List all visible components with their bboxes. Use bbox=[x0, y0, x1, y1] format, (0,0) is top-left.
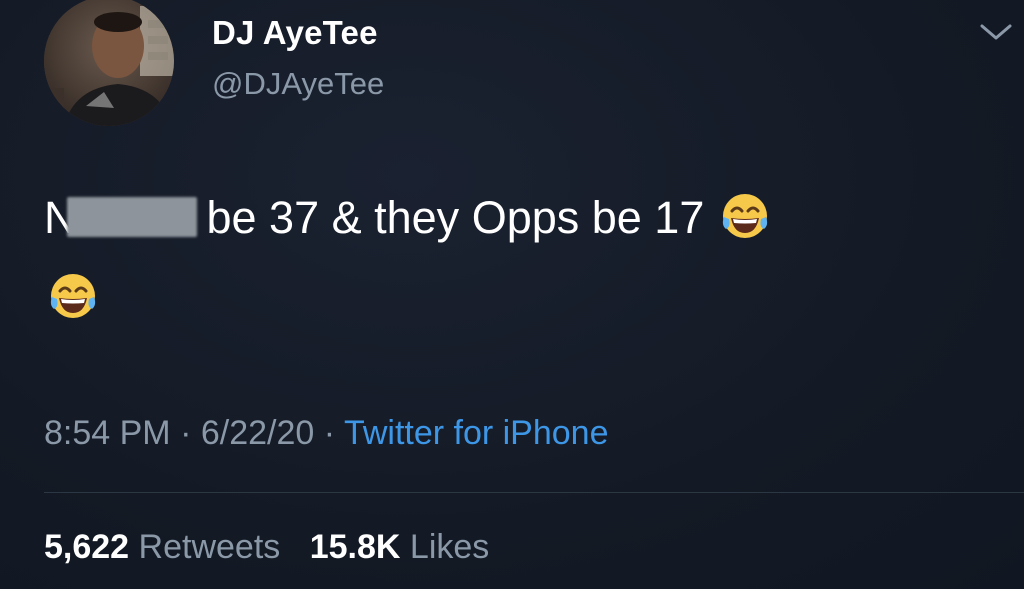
tweet-text-line-1: Nbe 37 & they Opps be 17 bbox=[44, 178, 994, 258]
meta-separator: · bbox=[180, 414, 192, 452]
divider bbox=[44, 492, 1024, 493]
tweet-card: DJ AyeTee @DJAyeTee Nbe 37 & they Opps b… bbox=[0, 0, 1024, 589]
chevron-down-icon[interactable] bbox=[978, 22, 1014, 44]
likes-label: Likes bbox=[409, 528, 490, 566]
tweet-date[interactable]: 6/22/20 bbox=[201, 414, 314, 452]
retweets-label: Retweets bbox=[138, 528, 281, 566]
tweet-stats: 5,622 Retweets 15.8K Likes bbox=[44, 528, 489, 567]
tweet-text-body: be 37 & they Opps be 17 bbox=[206, 192, 705, 243]
user-handle[interactable]: @DJAyeTee bbox=[212, 66, 384, 102]
tweet-time[interactable]: 8:54 PM bbox=[44, 414, 171, 452]
avatar[interactable] bbox=[44, 0, 174, 126]
retweets-count: 5,622 bbox=[44, 528, 130, 566]
display-name[interactable]: DJ AyeTee bbox=[212, 14, 378, 52]
likes-count: 15.8K bbox=[309, 528, 401, 566]
redaction-bar bbox=[66, 197, 197, 237]
tweet-source-link[interactable]: Twitter for iPhone bbox=[344, 414, 609, 452]
retweets-stat[interactable]: 5,622 Retweets bbox=[44, 528, 290, 566]
tears-of-joy-emoji-icon bbox=[723, 194, 768, 238]
tweet-text-line-2 bbox=[44, 258, 994, 338]
meta-separator: · bbox=[323, 414, 336, 452]
tweet-text: Nbe 37 & they Opps be 17 bbox=[44, 178, 994, 338]
likes-stat[interactable]: 15.8K Likes bbox=[310, 528, 490, 566]
tears-of-joy-emoji-icon bbox=[50, 274, 96, 318]
tweet-meta: 8:54 PM · 6/22/20 · Twitter for iPhone bbox=[44, 414, 609, 453]
